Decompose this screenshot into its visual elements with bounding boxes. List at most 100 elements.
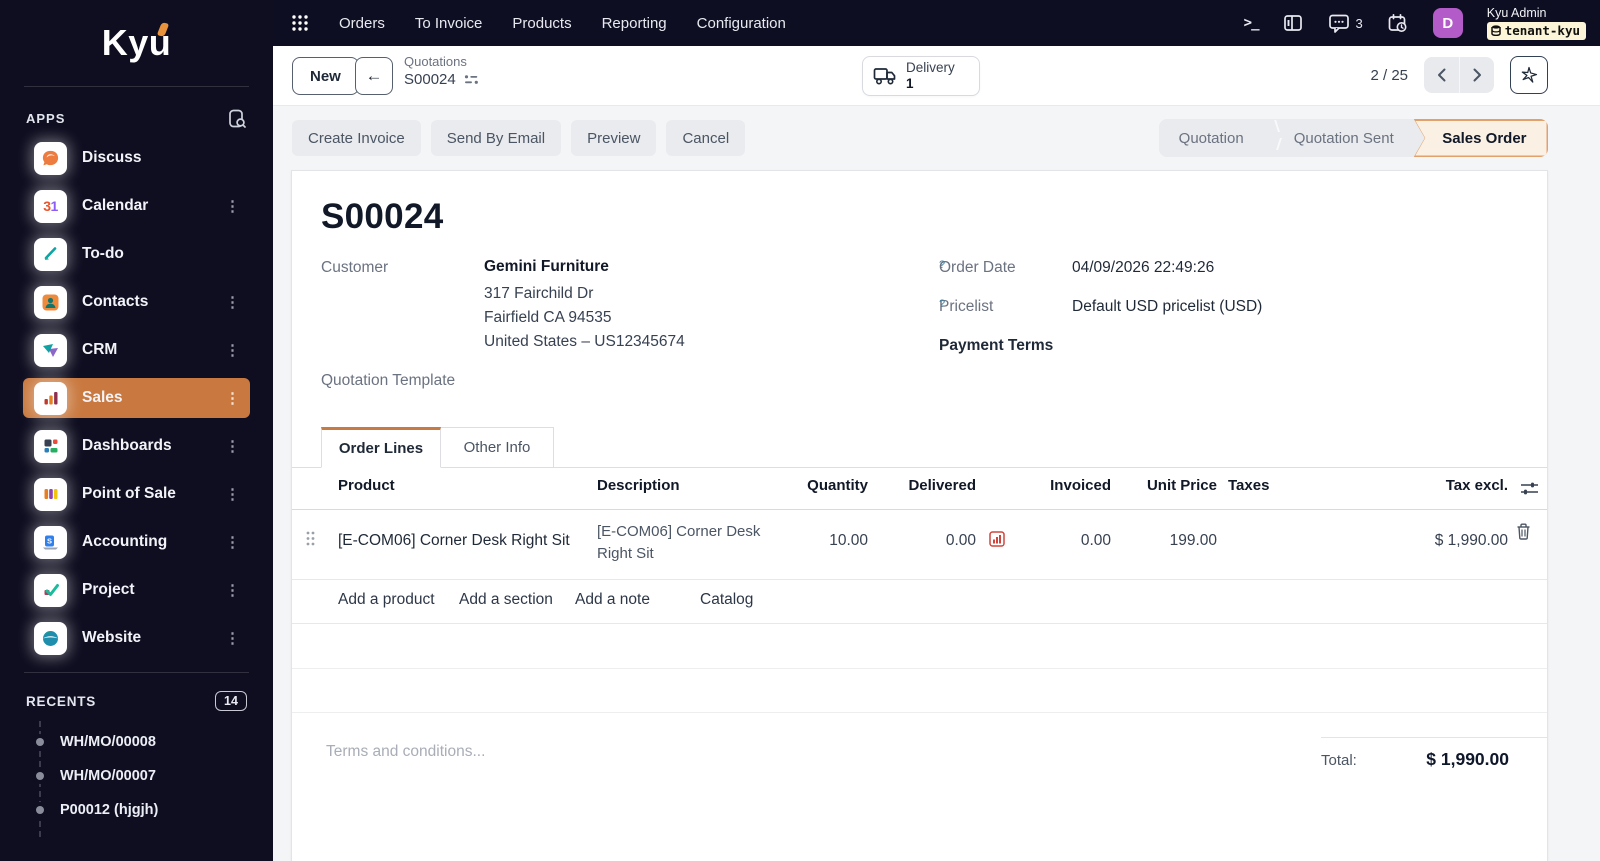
menu-products[interactable]: Products — [512, 15, 571, 32]
breadcrumb-parent[interactable]: Quotations — [404, 54, 480, 69]
back-button[interactable]: ← — [355, 57, 393, 95]
terms-and-conditions-input[interactable]: Terms and conditions... — [326, 743, 485, 761]
col-header-product[interactable]: Product — [338, 477, 395, 507]
terminal-icon[interactable]: >_ — [1244, 15, 1260, 31]
sidebar-item-project[interactable]: Project ⋮ — [23, 570, 250, 610]
calendar-icon: 31 — [34, 189, 67, 223]
line-invoiced[interactable]: 0.00 — [1011, 532, 1111, 550]
sales-icon — [34, 381, 67, 415]
kebab-icon[interactable]: ⋮ — [223, 195, 242, 218]
order-date-value[interactable]: 04/09/2026 22:49:26 — [1072, 259, 1214, 277]
kebab-icon[interactable]: ⋮ — [223, 387, 242, 410]
sidebar-item-crm[interactable]: CRM ⋮ — [23, 330, 250, 370]
sparkle-icon — [1521, 66, 1538, 83]
truck-icon — [873, 67, 896, 85]
kebab-icon[interactable]: ⋮ — [223, 339, 242, 362]
line-delivered[interactable]: 0.00 — [876, 532, 976, 550]
breadcrumb: Quotations S00024 — [404, 54, 480, 88]
panel-icon[interactable] — [1283, 13, 1304, 33]
form-sheet: S00024 Customer Gemini Furniture 317 Fai… — [291, 170, 1548, 861]
delivery-smart-button[interactable]: Delivery 1 — [862, 56, 980, 96]
menu-orders[interactable]: Orders — [339, 15, 385, 32]
sidebar-item-sales[interactable]: Sales ⋮ — [23, 378, 250, 418]
sidebar-item-accounting[interactable]: S Accounting ⋮ — [23, 522, 250, 562]
customer-address-line: United States – US12345674 — [484, 333, 685, 350]
sidebar-item-todo[interactable]: To-do — [23, 234, 250, 274]
preview-button[interactable]: Preview — [571, 120, 657, 156]
line-quantity[interactable]: 10.00 — [768, 532, 868, 550]
apps-grid-icon[interactable] — [291, 14, 309, 32]
new-button[interactable]: New — [292, 57, 359, 95]
customer-name[interactable]: Gemini Furniture — [484, 258, 609, 276]
tab-order-lines[interactable]: Order Lines — [321, 427, 441, 468]
cancel-button[interactable]: Cancel — [666, 120, 746, 156]
col-header-description[interactable]: Description — [597, 477, 680, 507]
brand-logo[interactable]: Kyu — [0, 0, 273, 86]
user-menu[interactable]: Kyu Admin tenant-kyu — [1486, 6, 1586, 40]
total-label: Total: — [1321, 752, 1357, 769]
project-icon — [34, 573, 67, 607]
recent-item[interactable]: WH/MO/00007 — [0, 759, 273, 793]
line-unit-price[interactable]: 199.00 — [1117, 532, 1217, 550]
avatar[interactable]: D — [1432, 8, 1463, 38]
send-by-email-button[interactable]: Send By Email — [430, 120, 562, 156]
app-window: Kyu APPS Discuss 31 Calendar ⋮ To-do Con… — [0, 0, 1600, 861]
menu-configuration[interactable]: Configuration — [697, 15, 786, 32]
sidebar-item-website[interactable]: Website ⋮ — [23, 618, 250, 658]
create-invoice-button[interactable]: Create Invoice — [292, 120, 421, 156]
kebab-icon[interactable]: ⋮ — [223, 579, 242, 602]
col-header-invoiced[interactable]: Invoiced — [1011, 477, 1111, 507]
col-header-quantity[interactable]: Quantity — [768, 477, 868, 507]
col-header-tax-excl[interactable]: Tax excl. — [1388, 477, 1508, 507]
add-a-section-link[interactable]: Add a section — [459, 591, 553, 609]
sidebar-item-dashboards[interactable]: Dashboards ⋮ — [23, 426, 250, 466]
app-search-icon[interactable] — [228, 109, 247, 128]
sparkle-button[interactable] — [1510, 56, 1548, 94]
recent-item[interactable]: WH/MO/00008 — [0, 725, 273, 759]
kebab-icon[interactable]: ⋮ — [223, 435, 242, 458]
status-step-quotation-sent[interactable]: Quotation Sent — [1274, 119, 1414, 157]
status-step-quotation[interactable]: Quotation — [1159, 119, 1264, 157]
bullet-icon — [36, 772, 44, 780]
menu-to-invoice[interactable]: To Invoice — [415, 15, 483, 32]
sidebar-item-contacts[interactable]: Contacts ⋮ — [23, 282, 250, 322]
status-step-sales-order-active[interactable]: Sales Order — [1413, 119, 1548, 157]
database-icon — [1490, 25, 1501, 36]
messages-button[interactable]: 3 — [1328, 13, 1363, 33]
line-product[interactable]: [E-COM06] Corner Desk Right Sit — [338, 532, 570, 550]
kebab-icon[interactable]: ⋮ — [223, 627, 242, 650]
recents-header: RECENTS — [26, 693, 97, 709]
sidebar-item-calendar[interactable]: 31 Calendar ⋮ — [23, 186, 250, 226]
calendar-clock-icon[interactable] — [1387, 13, 1409, 34]
divider — [292, 509, 1547, 510]
divider — [292, 623, 1547, 624]
kebab-icon[interactable]: ⋮ — [223, 531, 242, 554]
kebab-icon[interactable]: ⋮ — [223, 291, 242, 314]
delivery-count: 1 — [906, 76, 914, 91]
help-icon: ? — [939, 259, 946, 271]
add-a-product-link[interactable]: Add a product — [338, 591, 435, 609]
tab-other-info[interactable]: Other Info — [441, 427, 554, 468]
customer-address-line: 317 Fairchild Dr — [484, 285, 594, 302]
add-a-note-link[interactable]: Add a note — [575, 591, 650, 609]
pager-next-button[interactable] — [1459, 57, 1494, 93]
pricelist-value[interactable]: Default USD pricelist (USD) — [1072, 298, 1262, 316]
kebab-icon[interactable]: ⋮ — [223, 483, 242, 506]
line-description[interactable]: [E-COM06] Corner Desk Right Sit — [597, 521, 777, 565]
col-header-delivered[interactable]: Delivered — [876, 477, 976, 507]
sidebar-item-discuss[interactable]: Discuss — [23, 138, 250, 178]
pager-previous-button[interactable] — [1424, 57, 1459, 93]
apps-header: APPS — [26, 111, 66, 126]
recent-item[interactable]: P00012 (hjgjh) — [0, 793, 273, 827]
col-header-unit-price[interactable]: Unit Price — [1117, 477, 1217, 507]
contacts-icon — [34, 285, 67, 319]
website-icon — [34, 621, 67, 655]
menu-reporting[interactable]: Reporting — [602, 15, 667, 32]
bullet-icon — [36, 806, 44, 814]
col-header-taxes[interactable]: Taxes — [1228, 477, 1269, 507]
todo-icon — [34, 237, 67, 271]
record-actions-icon[interactable] — [464, 74, 480, 85]
catalog-link[interactable]: Catalog — [700, 591, 753, 609]
chat-icon — [1328, 14, 1349, 33]
sidebar-item-point-of-sale[interactable]: Point of Sale ⋮ — [23, 474, 250, 514]
